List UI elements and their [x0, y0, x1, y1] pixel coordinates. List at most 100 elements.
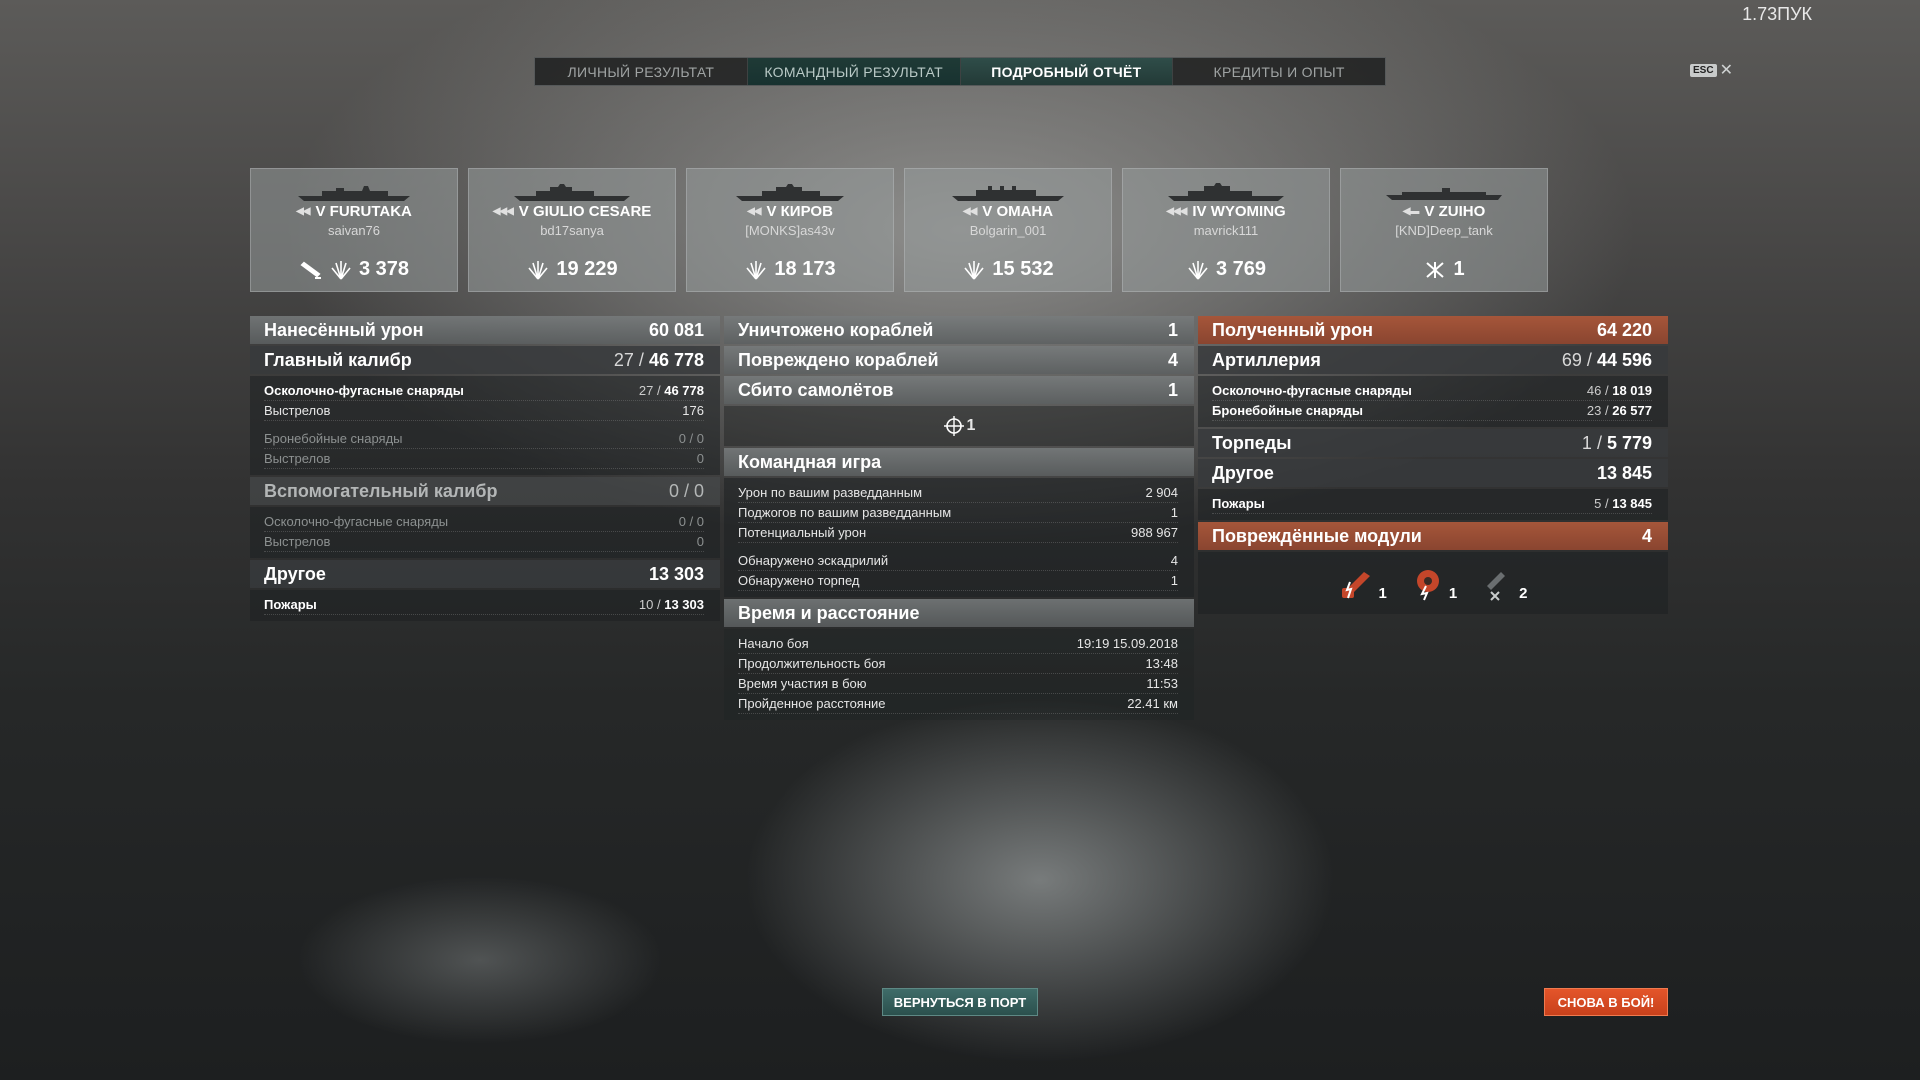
stat-label: Осколочно-фугасные снаряды	[264, 514, 449, 529]
tab-credits-xp[interactable]: КРЕДИТЫ И ОПЫТ	[1173, 58, 1385, 85]
secondary-battery-header: Вспомогательный калибр 0 / 0	[250, 477, 720, 505]
torpedoes-header: Торпеды 1 / 5 779	[1198, 429, 1668, 457]
ships-destroyed-row: Уничтожено кораблей 1	[724, 316, 1194, 344]
stat-value: 1	[1170, 573, 1178, 588]
stat-row: Поджогов по вашим разведданным 1	[738, 503, 1178, 523]
dealt-other-details: Пожары 10 / 13 303	[250, 590, 720, 621]
ship-card[interactable]: ◀◀ V КИРОВ [MONKS]as43v 18 173	[686, 168, 894, 292]
ship-silhouette-icon	[514, 184, 630, 201]
stat-value: 1	[1170, 505, 1178, 520]
stat-value: 19:19 15.09.2018	[1076, 636, 1178, 651]
main-battery-title: Главный калибр	[264, 349, 412, 370]
torpedoes-hits: 1	[1581, 432, 1592, 453]
ship-player: saivan76	[327, 223, 381, 238]
stat-row: Бронебойные снаряды 0 / 0	[264, 429, 704, 449]
stat-row: Осколочно-фугасные снаряды 27 / 46 778	[264, 381, 704, 401]
stat-row: Выстрелов 0	[264, 532, 704, 552]
time-distance-title: Время и расстояние	[738, 602, 920, 623]
stat-damage: 0	[696, 514, 704, 529]
stat-value: 988 967	[1131, 525, 1178, 540]
stat-damage: 18 019	[1612, 383, 1652, 398]
damaged-modules-title: Повреждённые модули	[1212, 525, 1422, 546]
stat-damage: 46 778	[664, 383, 704, 398]
crosshair-icon	[943, 416, 964, 436]
ship-name: V КИРОВ	[766, 203, 833, 220]
damage-burst-icon	[964, 260, 985, 280]
cruiser-class-icon: ◀◀	[747, 206, 761, 217]
return-to-port-button[interactable]: ВЕРНУТЬСЯ В ПОРТ	[882, 988, 1038, 1016]
ship-player: [MONKS]as43v	[745, 223, 835, 238]
ship-name: V ZUIHO	[1424, 203, 1486, 220]
secondary-battery-damage: 0	[693, 480, 704, 501]
stat-row: Потенциальный урон 988 967	[738, 523, 1178, 543]
ship-stat-value: 18 173	[774, 258, 836, 280]
ships-destroyed-label: Уничтожено кораблей	[738, 319, 934, 340]
stat-label: Выстрелов	[264, 451, 331, 466]
planes-shot-value: 1	[1167, 379, 1178, 400]
stat-label: Пожары	[1212, 496, 1265, 511]
ship-stat-value: 3 769	[1215, 258, 1267, 280]
stat-row: Выстрелов 176	[264, 401, 704, 421]
dealt-damage-header: Нанесённый урон 60 081	[250, 316, 720, 344]
stat-hits: 0	[678, 514, 686, 529]
stat-label: Осколочно-фугасные снаряды	[264, 383, 464, 398]
ship-silhouette-icon	[298, 186, 410, 201]
close-button[interactable]: ESC ✕	[1690, 60, 1733, 80]
ship-stat-value: 1	[1453, 258, 1465, 280]
stat-label: Урон по вашим разведданным	[738, 485, 923, 500]
dealt-damage-total: 60 081	[648, 319, 704, 340]
planes-shot-row: Сбито самолётов 1	[724, 376, 1194, 404]
torpedoes-title: Торпеды	[1212, 432, 1292, 453]
damage-burst-icon	[528, 260, 549, 280]
tab-detailed-report[interactable]: ПОДРОБНЫЙ ОТЧЁТ	[960, 58, 1174, 85]
ship-player: mavrick111	[1193, 223, 1259, 238]
ship-name: V FURUTAKA	[315, 203, 412, 220]
stat-row: Выстрелов 0	[264, 449, 704, 469]
result-tabs: ЛИЧНЫЙ РЕЗУЛЬТАТ КОМАНДНЫЙ РЕЗУЛЬТАТ ПОД…	[534, 57, 1386, 86]
stat-label: Бронебойные снаряды	[264, 431, 403, 446]
ship-player: bd17sanya	[540, 223, 604, 238]
stat-row: Пройденное расстояние 22.41 км	[738, 694, 1178, 714]
stat-label: Обнаружено торпед	[738, 573, 860, 588]
version-label: 1.73ПУК	[1742, 4, 1812, 24]
stat-label: Потенциальный урон	[738, 525, 867, 540]
stat-label: Пройденное расстояние	[738, 696, 886, 711]
stat-row: Продолжительность боя 13:48	[738, 654, 1178, 674]
stat-row: Пожары 5 / 13 845	[1212, 494, 1652, 514]
artillery-details: Осколочно-фугасные снаряды 46 / 18 019 Бр…	[1198, 376, 1668, 427]
module-count: 2	[1519, 585, 1528, 602]
stat-row: Обнаружено эскадрилий 4	[738, 551, 1178, 571]
battle-again-button[interactable]: СНОВА В БОЙ!	[1544, 988, 1668, 1016]
ship-card[interactable]: ◀◀ V FURUTAKA saivan76 3 378	[250, 168, 458, 292]
team-play-title: Командная игра	[738, 451, 882, 472]
tab-personal-result[interactable]: ЛИЧНЫЙ РЕЗУЛЬТАТ	[535, 58, 748, 85]
carrier-class-icon: ◀▬	[1402, 206, 1420, 217]
received-other-header: Другое 13 845	[1198, 459, 1668, 487]
torpedo-tube-destroyed-icon	[1487, 572, 1506, 601]
ship-card[interactable]: ◀◀◀ IV WYOMING mavrick111 3 769	[1122, 168, 1330, 292]
planes-shot-label: Сбито самолётов	[738, 379, 894, 400]
damage-burst-icon	[331, 260, 351, 280]
stat-damage: 13 303	[664, 597, 704, 612]
stat-damage: 13 845	[1612, 496, 1652, 511]
damaged-modules-header: Повреждённые модули 4	[1198, 522, 1668, 550]
damage-burst-icon	[746, 260, 767, 280]
ship-card[interactable]: ◀◀ V OMAHA Bolgarin_001 15 532	[904, 168, 1112, 292]
ship-stat-value: 15 532	[992, 258, 1054, 280]
dealt-other-title: Другое	[264, 563, 326, 584]
stat-value: 13:48	[1145, 656, 1178, 671]
time-distance-details: Начало боя 19:19 15.09.2018 Продолжительн…	[724, 629, 1194, 720]
planes-shot-breakdown: 1	[724, 406, 1194, 446]
received-damage-panel: Полученный урон 64 220 Артиллерия 69 / 4…	[1198, 316, 1668, 614]
ship-player: [KND]Deep_tank	[1395, 223, 1493, 238]
ship-card[interactable]: ◀◀◀ V GIULIO CESARE bd17sanya 19 229	[468, 168, 676, 292]
ship-silhouette-icon	[1386, 188, 1502, 200]
ship-card[interactable]: ◀▬ V ZUIHO [KND]Deep_tank 1	[1340, 168, 1548, 292]
damaged-modules-total: 4	[1641, 525, 1652, 546]
tab-team-result[interactable]: КОМАНДНЫЙ РЕЗУЛЬТАТ	[747, 58, 961, 85]
received-damage-header: Полученный урон 64 220	[1198, 316, 1668, 344]
ship-silhouette-icon	[736, 184, 844, 201]
secondary-battery-hits: 0	[668, 480, 679, 501]
dealt-damage-panel: Нанесённый урон 60 081 Главный калибр 27…	[250, 316, 720, 623]
secondary-battery-details: Осколочно-фугасные снаряды 0 / 0 Выстрело…	[250, 507, 720, 558]
